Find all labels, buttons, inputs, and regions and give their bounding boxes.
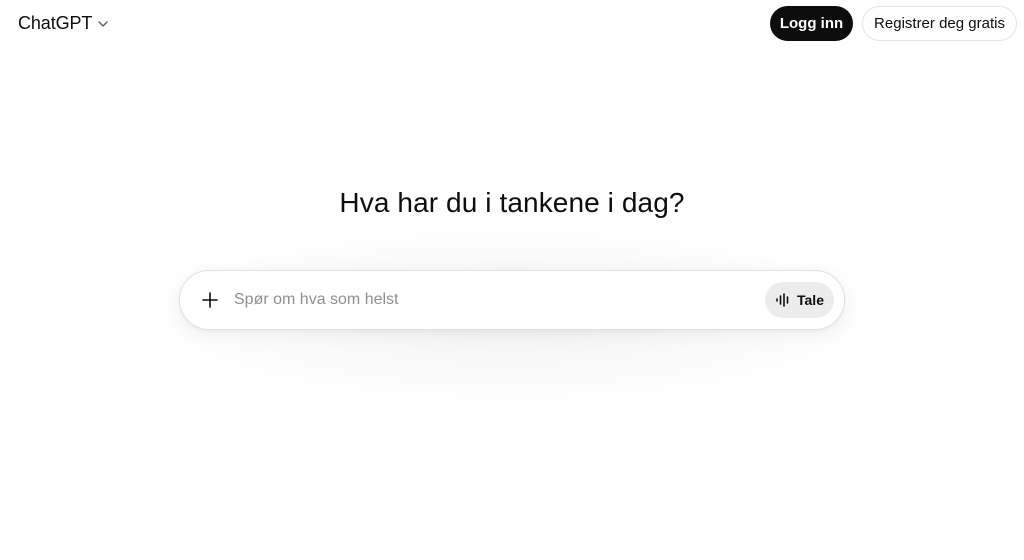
- prompt-input[interactable]: [234, 285, 754, 315]
- voice-label: Tale: [797, 292, 824, 308]
- model-switcher[interactable]: ChatGPT: [12, 8, 116, 38]
- prompt-composer: Tale: [179, 270, 845, 330]
- model-name: ChatGPT: [18, 12, 93, 33]
- voice-button[interactable]: Tale: [765, 282, 834, 318]
- register-button[interactable]: Registrer deg gratis: [862, 6, 1017, 41]
- voice-waveform-icon: [775, 293, 791, 307]
- page-title: Hva har du i tankene i dag?: [339, 187, 685, 218]
- chevron-down-icon: [96, 17, 110, 31]
- plus-icon[interactable]: [196, 286, 224, 314]
- login-button[interactable]: Logg inn: [770, 6, 853, 41]
- top-bar: ChatGPT Logg inn Registrer deg gratis: [0, 0, 1024, 48]
